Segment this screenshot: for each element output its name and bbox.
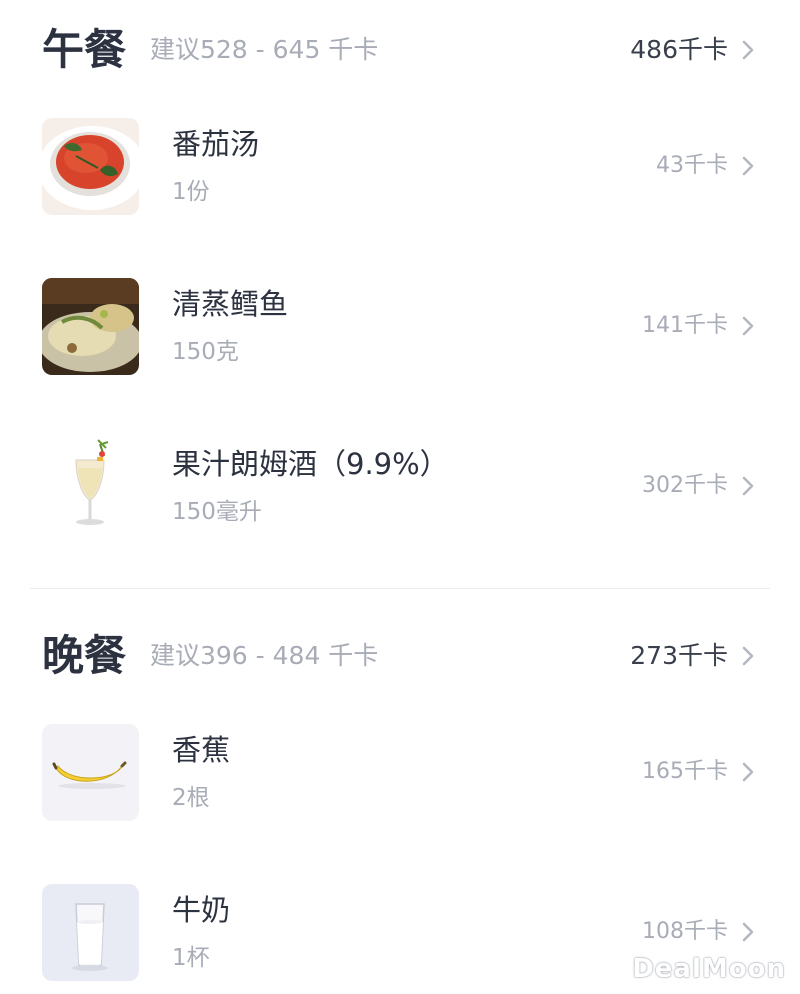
chevron-right-icon [742,476,754,496]
chevron-right-icon [742,316,754,336]
dinner-title: 晚餐 [42,631,127,680]
food-item-portion: 2根 [172,785,210,811]
steamed-cod-image [42,278,139,375]
food-item-kcal: 108千卡 [642,919,728,944]
chevron-right-icon [742,762,754,782]
rum-cocktail-image [42,438,139,535]
chevron-right-icon [742,156,754,176]
section-divider [30,588,770,589]
chevron-right-icon [742,646,754,666]
food-item-name: 清蒸鳕鱼 [172,287,289,321]
food-item-tomato-soup[interactable]: 番茄汤 1份 43千卡 [0,118,800,218]
lunch-header[interactable]: 午餐 建议528 - 645 千卡 486千卡 [0,20,800,80]
food-item-name: 牛奶 [172,893,231,927]
food-item-kcal: 165千卡 [642,759,728,784]
food-item-portion: 1杯 [172,945,210,971]
chevron-right-icon [742,40,754,60]
dinner-header[interactable]: 晚餐 建议396 - 484 千卡 273千卡 [0,626,800,686]
food-item-steamed-cod[interactable]: 清蒸鳕鱼 150克 141千卡 [0,278,800,378]
food-item-portion: 150毫升 [172,499,262,525]
banana-image [42,724,139,821]
food-item-name: 番茄汤 [172,127,260,161]
food-item-name: 香蕉 [172,733,231,767]
dinner-total-kcal: 273千卡 [630,641,728,670]
lunch-suggestion: 建议528 - 645 千卡 [150,35,379,64]
food-item-banana[interactable]: 香蕉 2根 165千卡 [0,724,800,824]
dealmoon-watermark: DealMoon [632,954,786,984]
dinner-suggestion: 建议396 - 484 千卡 [150,641,379,670]
lunch-total-kcal: 486千卡 [630,35,728,64]
lunch-title: 午餐 [42,25,127,74]
food-item-kcal: 141千卡 [642,313,728,338]
food-item-name: 果汁朗姆酒（9.9%） [172,447,449,481]
food-item-rum-cocktail[interactable]: 果汁朗姆酒（9.9%） 150毫升 302千卡 [0,438,800,538]
chevron-right-icon [742,922,754,942]
food-item-kcal: 43千卡 [656,153,728,178]
milk-glass-image [42,884,139,981]
food-item-portion: 1份 [172,179,210,205]
food-item-kcal: 302千卡 [642,473,728,498]
tomato-soup-image [42,118,139,215]
food-item-portion: 150克 [172,339,239,365]
